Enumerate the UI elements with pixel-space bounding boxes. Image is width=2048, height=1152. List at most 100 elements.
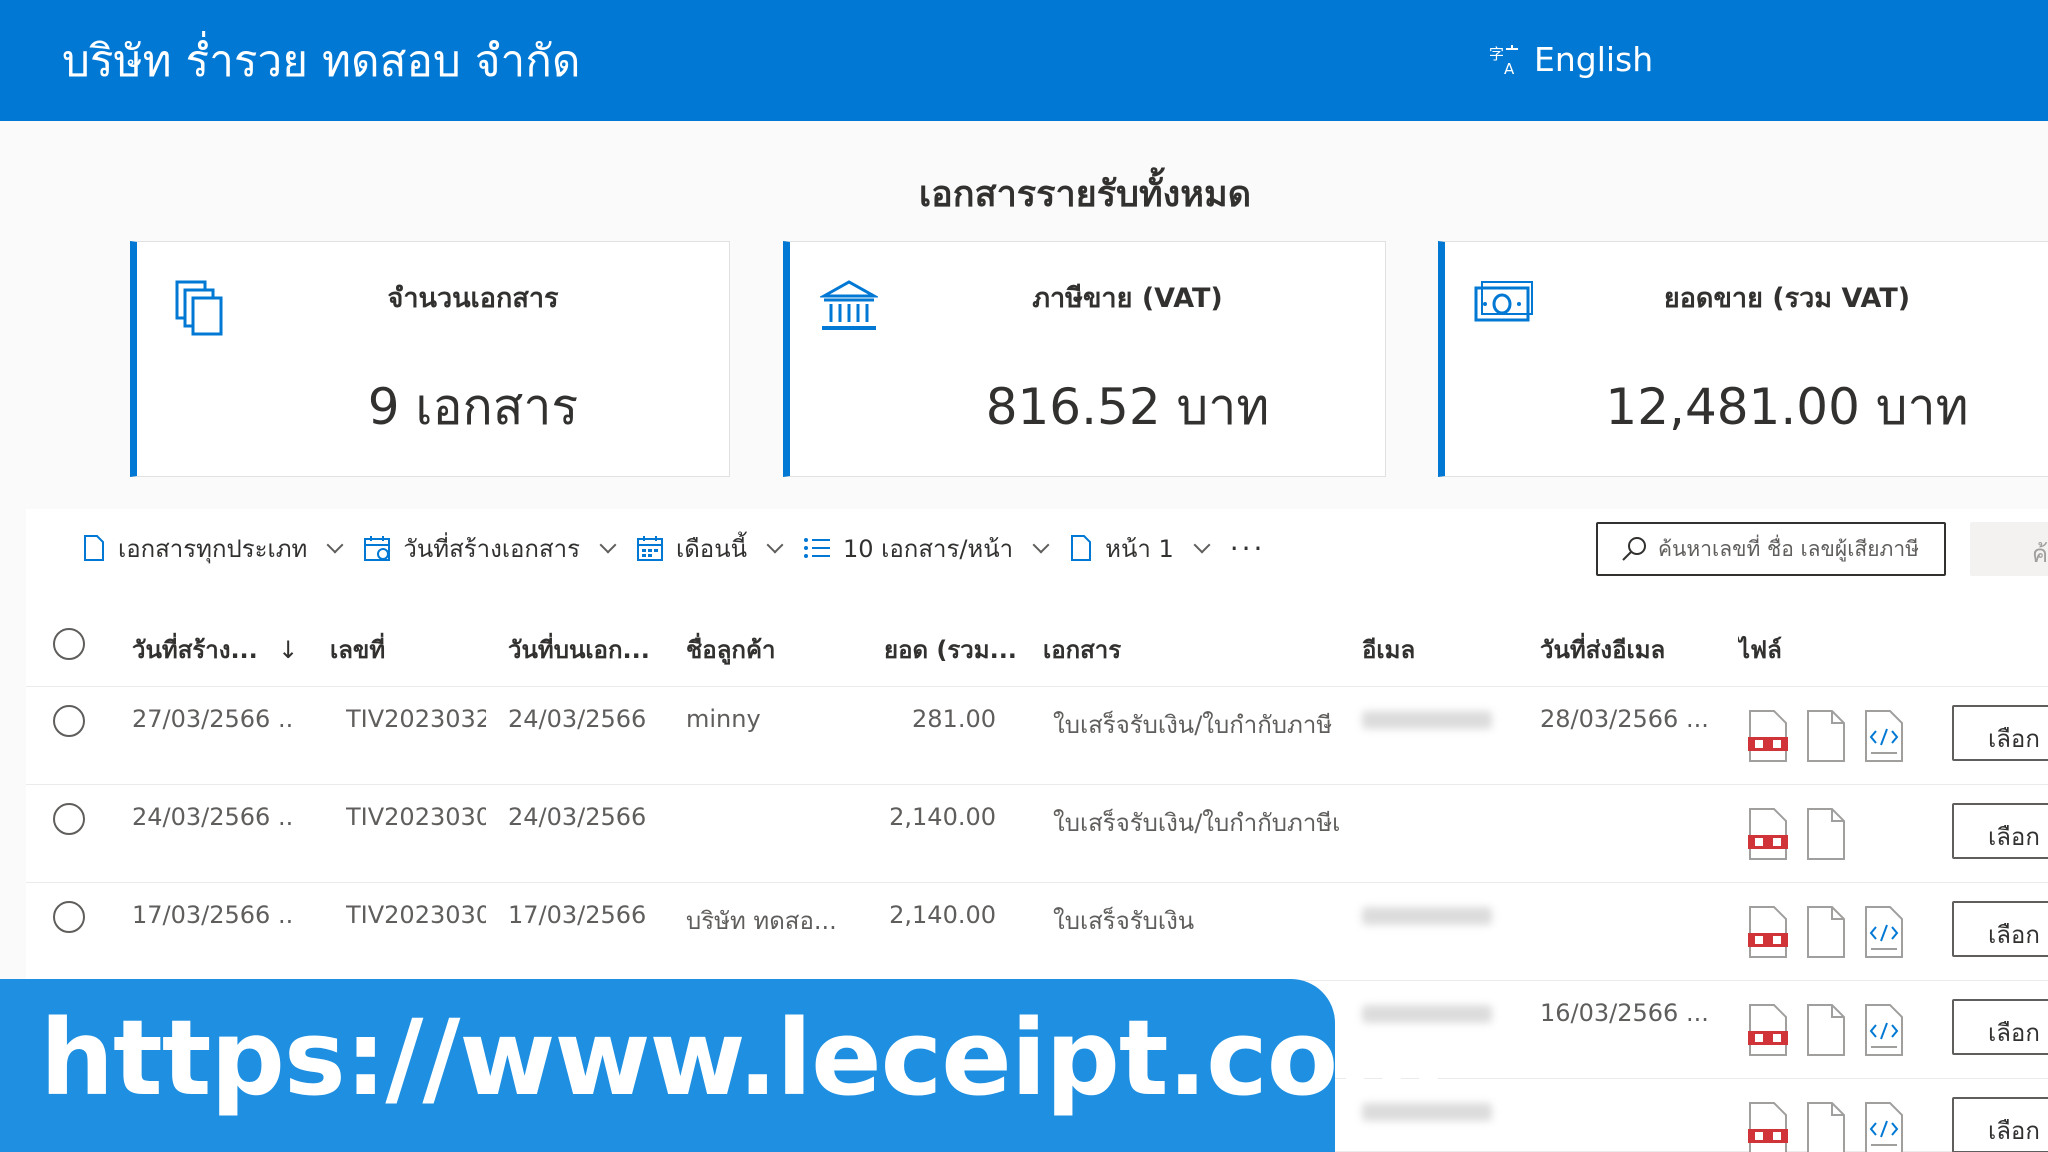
row-select-radio[interactable] <box>53 705 85 737</box>
col-created[interactable]: วันที่สร้าง... ↓ <box>132 630 298 669</box>
url-banner: https://www.leceipt.com <box>0 979 1446 1152</box>
cell-doc-date: 17/03/2566 <box>508 901 647 929</box>
select-button[interactable]: เลือก <box>1952 803 2048 859</box>
document-count-card: จำนวนเอกสาร 9 เอกสาร <box>130 241 730 477</box>
col-amount[interactable]: ยอด (รวม... <box>884 630 1017 669</box>
chevron-down-icon <box>1032 536 1050 554</box>
cell-created: 24/03/2566 ... <box>132 803 292 831</box>
company-name: บริษัท ร่ำรวย ทดสอบ จำกัด <box>62 36 581 87</box>
chevron-down-icon <box>766 536 784 554</box>
filter-toolbar: เอกสารทุกประเภท วันที่สร้างเอกสาร เดือนน… <box>82 521 1265 575</box>
col-customer[interactable]: ชื่อลูกค้า <box>686 630 775 669</box>
file-icons <box>1746 709 1906 767</box>
blank-file-icon[interactable] <box>1804 1101 1848 1152</box>
search-button[interactable]: ค้น <box>1970 522 2048 576</box>
svg-text:字: 字 <box>1489 45 1504 63</box>
pdf-file-icon[interactable] <box>1746 1003 1790 1061</box>
cell-amount: 2,140.00 <box>889 901 996 929</box>
table-header: วันที่สร้าง... ↓ เลขที่ วันที่บนเอก... ช… <box>26 601 2048 687</box>
pdf-file-icon[interactable] <box>1746 905 1790 963</box>
page-size-dropdown[interactable]: 10 เอกสาร/หน้า <box>803 529 1050 568</box>
search-input[interactable]: ค้นหาเลขที่ ชื่อ เลขผู้เสียภาษี <box>1596 522 1946 576</box>
col-email-sent[interactable]: วันที่ส่งอีเมล <box>1540 630 1665 669</box>
select-button[interactable]: เลือก <box>1952 705 2048 761</box>
vat-card: ภาษีขาย (VAT) 816.52 บาท <box>783 241 1386 477</box>
xml-file-icon[interactable] <box>1862 709 1906 767</box>
blank-file-icon[interactable] <box>1804 905 1848 963</box>
xml-file-icon[interactable] <box>1862 1101 1906 1152</box>
blank-file-icon[interactable] <box>1804 709 1848 767</box>
cell-email-sent: 16/03/2566 ... <box>1540 999 1709 1027</box>
calendar-icon <box>364 536 391 561</box>
pdf-file-icon[interactable] <box>1746 1101 1790 1152</box>
document-icon <box>84 535 104 561</box>
date-type-label: วันที่สร้างเอกสาร <box>403 534 580 563</box>
xml-file-icon[interactable] <box>1862 905 1906 963</box>
doc-type-dropdown[interactable]: เอกสารทุกประเภท <box>82 529 344 568</box>
page-label: หน้า 1 <box>1105 534 1174 563</box>
sort-desc-icon: ↓ <box>278 636 299 664</box>
select-all-radio[interactable] <box>53 628 85 660</box>
chevron-down-icon <box>1193 536 1211 554</box>
file-icons <box>1746 905 1906 963</box>
card-label: ยอดขาย (รวม VAT) <box>1663 283 1911 314</box>
card-label: ภาษีขาย (VAT) <box>1032 283 1223 314</box>
cell-amount: 2,140.00 <box>889 803 996 831</box>
select-button[interactable]: เลือก <box>1952 1097 2048 1152</box>
cell-document: ใบเสร็จรับเงิน <box>1053 907 1195 935</box>
sales-card: ยอดขาย (รวม VAT) 12,481.00 บาท <box>1438 241 2048 477</box>
page-size-label: 10 เอกสาร/หน้า <box>843 534 1014 563</box>
search-icon <box>1622 537 1646 561</box>
blank-file-icon[interactable] <box>1804 1003 1848 1061</box>
search-placeholder: ค้นหาเลขที่ ชื่อ เลขผู้เสียภาษี <box>1658 536 1919 561</box>
col-files[interactable]: ไฟล์ <box>1738 630 1782 669</box>
table-row[interactable]: 27/03/2566 ... TIV2023032 24/03/2566 minny 2… <box>26 687 2048 785</box>
col-number[interactable]: เลขที่ <box>330 630 385 669</box>
cell-number: TIV2023032 <box>346 705 486 733</box>
banner-url: https://www.leceipt.com <box>40 997 1446 1119</box>
pdf-file-icon[interactable] <box>1746 807 1790 865</box>
date-type-dropdown[interactable]: วันที่สร้างเอกสาร <box>363 529 617 568</box>
page-title: เอกสารรายรับทั้งหมด <box>918 174 1252 215</box>
doc-type-label: เอกสารทุกประเภท <box>118 534 308 563</box>
select-button[interactable]: เลือก <box>1952 999 2048 1055</box>
card-value: 12,481.00 บาท <box>1605 378 1969 436</box>
cell-doc-date: 24/03/2566 <box>508 803 647 831</box>
cell-created: 17/03/2566 ... <box>132 901 292 929</box>
period-dropdown[interactable]: เดือนนี้ <box>636 529 784 568</box>
chevron-down-icon <box>326 536 344 554</box>
cell-number: TIV2023030 <box>346 803 486 831</box>
select-button[interactable]: เลือก <box>1952 901 2048 957</box>
calendar-icon <box>636 536 663 561</box>
cell-email-sent: 28/03/2566 ... <box>1540 705 1709 733</box>
xml-file-icon[interactable] <box>1862 1003 1906 1061</box>
cell-document: ใบเสร็จรับเงิน/ใบกำกับภาษีเ <box>1053 809 1341 837</box>
table-row[interactable]: 24/03/2566 ... TIV2023030 24/03/2566 2,140.… <box>26 785 2048 883</box>
col-document[interactable]: เอกสาร <box>1043 630 1121 669</box>
file-icons <box>1746 1101 1906 1152</box>
language-switch[interactable]: 字 A English <box>1488 40 1653 79</box>
pdf-file-icon[interactable] <box>1746 709 1790 767</box>
file-icons <box>1746 1003 1906 1061</box>
table-row[interactable]: 17/03/2566 ... TIV2023030 17/03/2566 บริษัท… <box>26 883 2048 981</box>
page-dropdown[interactable]: หน้า 1 <box>1069 529 1211 568</box>
file-icons <box>1746 807 1848 865</box>
list-icon <box>804 538 830 558</box>
col-doc-date[interactable]: วันที่บนเอก... <box>508 630 650 669</box>
row-select-radio[interactable] <box>53 803 85 835</box>
more-options-button[interactable]: ··· <box>1230 532 1266 565</box>
col-email[interactable]: อีเมล <box>1362 630 1415 669</box>
email-redacted <box>1362 711 1492 729</box>
cell-amount: 281.00 <box>912 705 996 733</box>
card-value: 9 เอกสาร <box>367 378 579 436</box>
translate-icon: 字 A <box>1489 44 1518 77</box>
blank-file-icon[interactable] <box>1804 807 1848 865</box>
email-redacted <box>1362 907 1492 925</box>
period-label: เดือนนี้ <box>675 534 747 563</box>
card-label: จำนวนเอกสาร <box>387 283 559 314</box>
card-value: 816.52 บาท <box>985 378 1270 436</box>
cell-document: ใบเสร็จรับเงิน/ใบกำกับภาษี <box>1053 711 1333 739</box>
cell-created: 27/03/2566 ... <box>132 705 292 733</box>
row-select-radio[interactable] <box>53 901 85 933</box>
cell-number: TIV2023030 <box>346 901 486 929</box>
